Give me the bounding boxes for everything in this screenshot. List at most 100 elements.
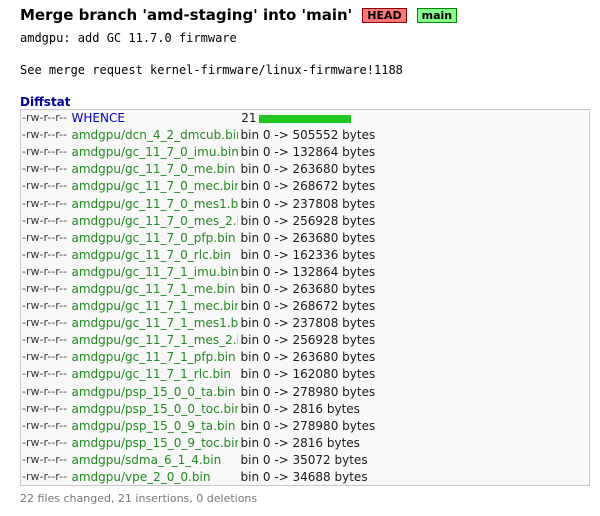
file-cell: amdgpu/gc_11_7_0_rlc.bin	[70, 246, 238, 263]
change-cell: bin 0 -> 162336 bytes	[238, 246, 590, 263]
diffstat-row: -rw-r--r-- amdgpu/psp_15_0_9_ta.bin bin 0 …	[21, 417, 590, 434]
file-link[interactable]: amdgpu/gc_11_7_0_mes_2.bin	[72, 214, 238, 228]
change-cell: bin 0 -> 263680 bytes	[238, 349, 590, 366]
file-cell: amdgpu/gc_11_7_1_me.bin	[70, 280, 238, 297]
file-link[interactable]: amdgpu/sdma_6_1_4.bin	[72, 453, 222, 467]
file-cell: amdgpu/vpe_2_0_0.bin	[70, 468, 238, 485]
file-mode: -rw-r--r--	[22, 316, 67, 330]
diffstat-header-link[interactable]: Diffstat	[20, 95, 71, 109]
branch-decoration-badge[interactable]: main	[416, 7, 458, 23]
file-link[interactable]: amdgpu/psp_15_0_9_toc.bin	[72, 436, 238, 450]
diffstat-row: -rw-r--r-- amdgpu/gc_11_7_0_mec.bin bin 0 …	[21, 178, 590, 195]
change-cell: bin 0 -> 263680 bytes	[238, 229, 590, 246]
file-link[interactable]: amdgpu/gc_11_7_1_rlc.bin	[72, 367, 232, 381]
file-link[interactable]: amdgpu/dcn_4_2_dmcub.bin	[72, 128, 238, 142]
diffstat-row: -rw-r--r-- amdgpu/dcn_4_2_dmcub.bin bin 0 …	[21, 127, 590, 144]
file-link[interactable]: amdgpu/gc_11_7_1_mec.bin	[72, 299, 238, 313]
file-cell: amdgpu/gc_11_7_0_mec.bin	[70, 178, 238, 195]
diffstat-row: -rw-r--r-- amdgpu/gc_11_7_1_imu.bin bin 0 …	[21, 263, 590, 280]
diffstat-row: -rw-r--r-- amdgpu/gc_11_7_0_mes_2.bin bin …	[21, 212, 590, 229]
file-link[interactable]: amdgpu/gc_11_7_1_me.bin	[72, 282, 236, 296]
file-mode: -rw-r--r--	[22, 179, 67, 193]
file-cell: amdgpu/gc_11_7_1_mes1.bin	[70, 315, 238, 332]
change-cell: bin 0 -> 278980 bytes	[238, 417, 590, 434]
change-cell: bin 0 -> 505552 bytes	[238, 127, 590, 144]
file-link[interactable]: amdgpu/gc_11_7_1_imu.bin	[72, 265, 238, 279]
file-cell: amdgpu/dcn_4_2_dmcub.bin	[70, 127, 238, 144]
file-cell: amdgpu/psp_15_0_9_toc.bin	[70, 434, 238, 451]
file-cell: amdgpu/psp_15_0_9_ta.bin	[70, 417, 238, 434]
file-mode: -rw-r--r--	[22, 452, 67, 466]
diffstat-table: -rw-r--r-- WHENCE 21 -rw-r--r-- amdgpu/dcn_4…	[20, 109, 590, 487]
change-cell: bin 0 -> 34688 bytes	[238, 468, 590, 485]
file-link[interactable]: amdgpu/psp_15_0_0_toc.bin	[72, 402, 238, 416]
file-link[interactable]: amdgpu/gc_11_7_0_mes1.bin	[72, 197, 238, 211]
file-mode: -rw-r--r--	[22, 230, 67, 244]
change-cell: bin 0 -> 268672 bytes	[238, 298, 590, 315]
binary-change-text: bin 0 -> 263680 bytes	[240, 281, 376, 296]
file-mode: -rw-r--r--	[22, 162, 67, 176]
binary-change-text: bin 0 -> 256928 bytes	[240, 213, 376, 228]
file-mode: -rw-r--r--	[22, 401, 67, 415]
change-cell: bin 0 -> 162080 bytes	[238, 366, 590, 383]
change-cell: bin 0 -> 2816 bytes	[238, 400, 590, 417]
file-link[interactable]: amdgpu/gc_11_7_0_me.bin	[72, 162, 236, 176]
file-cell: amdgpu/gc_11_7_1_mes_2.bin	[70, 332, 238, 349]
file-link[interactable]: amdgpu/vpe_2_0_0.bin	[72, 470, 211, 484]
binary-change-text: bin 0 -> 278980 bytes	[240, 418, 376, 433]
file-link[interactable]: amdgpu/gc_11_7_0_pfp.bin	[72, 231, 236, 245]
change-cell: 21	[238, 110, 590, 127]
file-mode: -rw-r--r--	[22, 128, 67, 142]
file-link[interactable]: amdgpu/gc_11_7_1_pfp.bin	[72, 350, 236, 364]
file-mode: -rw-r--r--	[22, 281, 67, 295]
binary-change-text: bin 0 -> 2816 bytes	[240, 401, 360, 416]
binary-change-text: bin 0 -> 278980 bytes	[240, 384, 376, 399]
file-link[interactable]: amdgpu/gc_11_7_1_mes1.bin	[72, 316, 238, 330]
file-cell: amdgpu/gc_11_7_1_imu.bin	[70, 263, 238, 280]
binary-change-text: bin 0 -> 268672 bytes	[240, 299, 376, 314]
file-link[interactable]: amdgpu/gc_11_7_0_mec.bin	[72, 179, 238, 193]
binary-change-text: bin 0 -> 263680 bytes	[240, 230, 376, 245]
binary-change-text: bin 0 -> 34688 bytes	[240, 469, 368, 484]
change-count: 21	[241, 111, 257, 126]
file-mode: -rw-r--r--	[22, 384, 67, 398]
diffstat-row: -rw-r--r-- amdgpu/gc_11_7_1_pfp.bin bin 0 …	[21, 349, 590, 366]
file-mode: -rw-r--r--	[22, 333, 67, 347]
binary-change-text: bin 0 -> 132864 bytes	[240, 264, 376, 279]
diffstat-row: -rw-r--r-- amdgpu/gc_11_7_0_mes1.bin bin 0…	[21, 195, 590, 212]
change-cell: bin 0 -> 237808 bytes	[238, 315, 590, 332]
change-cell: bin 0 -> 132864 bytes	[238, 144, 590, 161]
diffstat-row: -rw-r--r-- amdgpu/gc_11_7_0_rlc.bin bin 0 …	[21, 246, 590, 263]
file-link[interactable]: WHENCE	[72, 111, 125, 125]
head-decoration-badge[interactable]: HEAD	[362, 7, 407, 23]
diffstat-row: -rw-r--r-- amdgpu/psp_15_0_0_toc.bin bin 0…	[21, 400, 590, 417]
file-link[interactable]: amdgpu/psp_15_0_0_ta.bin	[72, 385, 236, 399]
file-cell: amdgpu/gc_11_7_0_pfp.bin	[70, 229, 238, 246]
change-cell: bin 0 -> 132864 bytes	[238, 263, 590, 280]
diffstat-row: -rw-r--r-- amdgpu/gc_11_7_0_me.bin bin 0 -…	[21, 161, 590, 178]
file-cell: amdgpu/gc_11_7_1_pfp.bin	[70, 349, 238, 366]
file-cell: amdgpu/psp_15_0_0_ta.bin	[70, 383, 238, 400]
commit-subject: Merge branch 'amd-staging' into 'main'	[20, 6, 353, 24]
file-mode: -rw-r--r--	[22, 367, 67, 381]
diffstat-summary: 22 files changed, 21 insertions, 0 delet…	[20, 492, 258, 505]
insertions-graph-bar	[258, 114, 351, 123]
file-mode: -rw-r--r--	[22, 213, 67, 227]
binary-change-text: bin 0 -> 132864 bytes	[240, 145, 376, 160]
file-link[interactable]: amdgpu/gc_11_7_0_rlc.bin	[72, 248, 232, 262]
binary-change-text: bin 0 -> 2816 bytes	[240, 435, 360, 450]
binary-change-text: bin 0 -> 256928 bytes	[240, 333, 376, 348]
diffstat-row: -rw-r--r-- amdgpu/psp_15_0_0_ta.bin bin 0 …	[21, 383, 590, 400]
change-cell: bin 0 -> 263680 bytes	[238, 280, 590, 297]
file-link[interactable]: amdgpu/gc_11_7_0_imu.bin	[72, 145, 238, 159]
file-link[interactable]: amdgpu/psp_15_0_9_ta.bin	[72, 419, 236, 433]
file-mode: -rw-r--r--	[22, 247, 67, 261]
diffstat-row: -rw-r--r-- amdgpu/psp_15_0_9_toc.bin bin 0…	[21, 434, 590, 451]
file-cell: amdgpu/sdma_6_1_4.bin	[70, 451, 238, 468]
file-cell: WHENCE	[70, 110, 238, 127]
file-link[interactable]: amdgpu/gc_11_7_1_mes_2.bin	[72, 333, 238, 347]
diffstat-row: -rw-r--r-- amdgpu/gc_11_7_1_mes1.bin bin 0…	[21, 315, 590, 332]
file-mode: -rw-r--r--	[22, 469, 67, 483]
diffstat-row: -rw-r--r-- amdgpu/gc_11_7_1_me.bin bin 0 -…	[21, 280, 590, 297]
binary-change-text: bin 0 -> 237808 bytes	[240, 316, 376, 331]
